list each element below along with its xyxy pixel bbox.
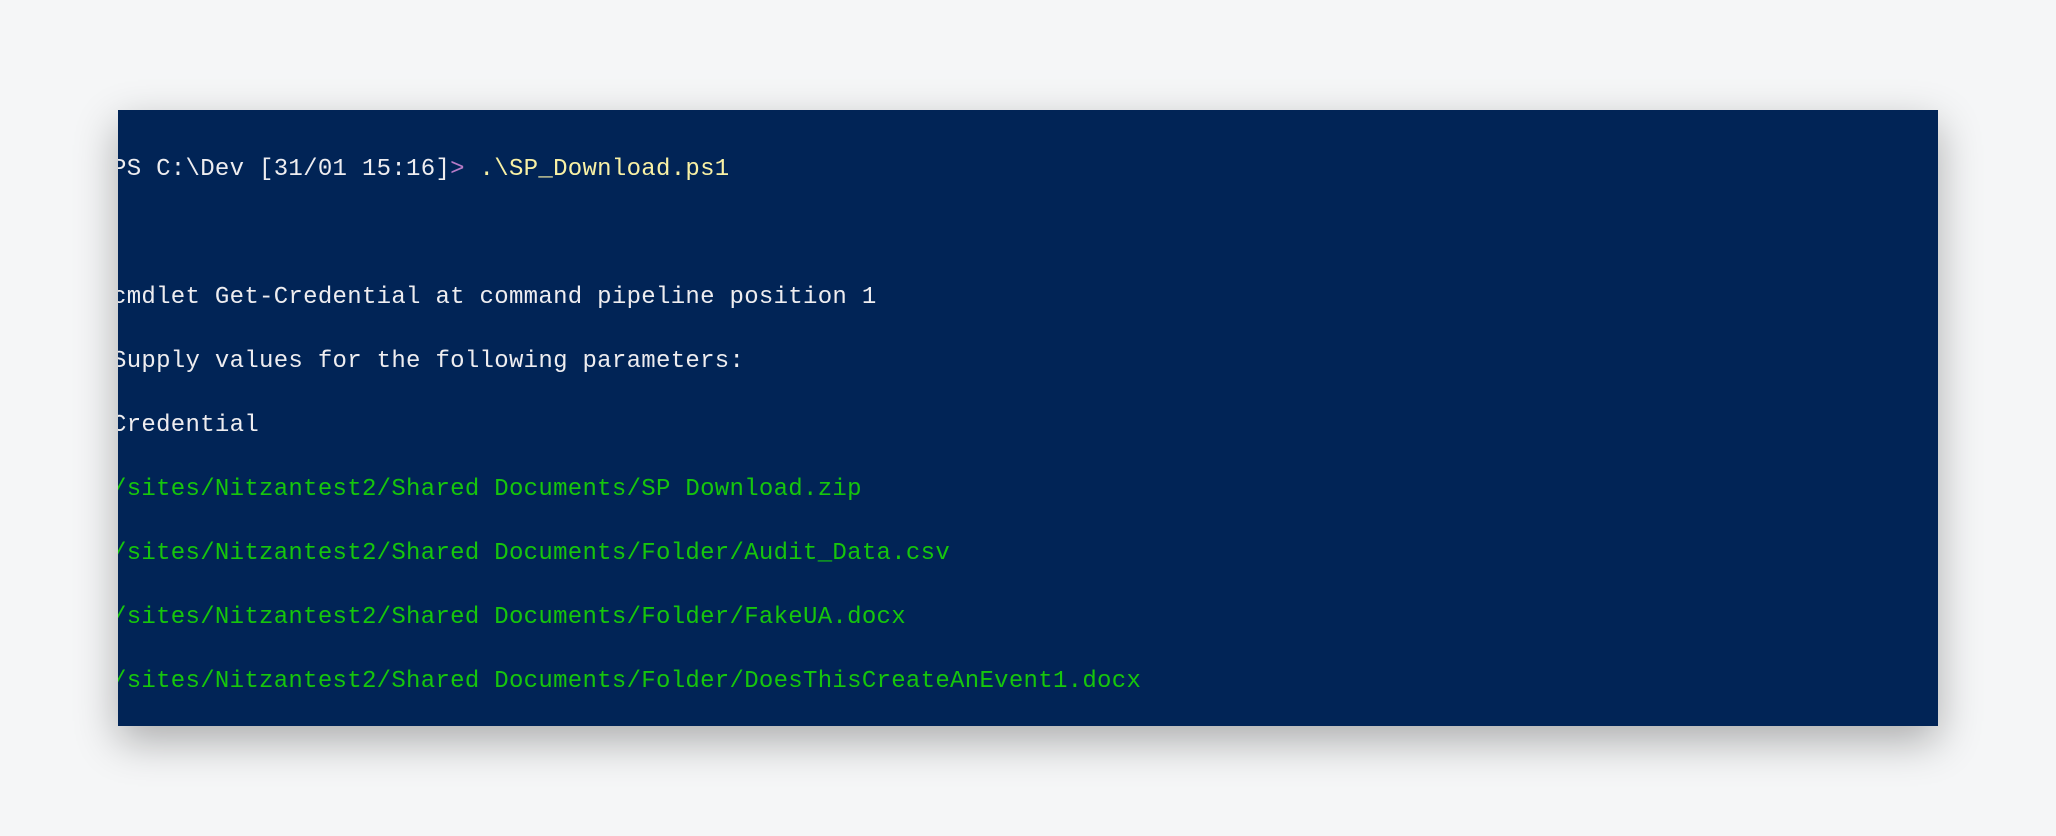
terminal-output: PS C:\Dev [31/01 15:16]> .\SP_Download.p…	[118, 122, 1938, 726]
powershell-terminal[interactable]: PS C:\Dev [31/01 15:16]> .\SP_Download.p…	[118, 110, 1938, 726]
file-path: /sites/Nitzantest2/Shared Documents/Fold…	[118, 540, 950, 567]
file-path: /sites/Nitzantest2/Shared Documents/Fold…	[118, 604, 906, 631]
output-line: Credential	[118, 412, 259, 439]
output-line: cmdlet Get-Credential at command pipelin…	[118, 284, 877, 311]
file-path: /sites/Nitzantest2/Shared Documents/Fold…	[118, 668, 1141, 695]
command-text: .\SP_Download.ps1	[465, 156, 730, 183]
output-line: Supply values for the following paramete…	[118, 348, 744, 375]
prompt-arrow: >	[450, 156, 465, 183]
prompt-path: PS C:\Dev [31/01 15:16]	[118, 156, 450, 183]
file-path: /sites/Nitzantest2/Shared Documents/SP D…	[118, 476, 862, 503]
